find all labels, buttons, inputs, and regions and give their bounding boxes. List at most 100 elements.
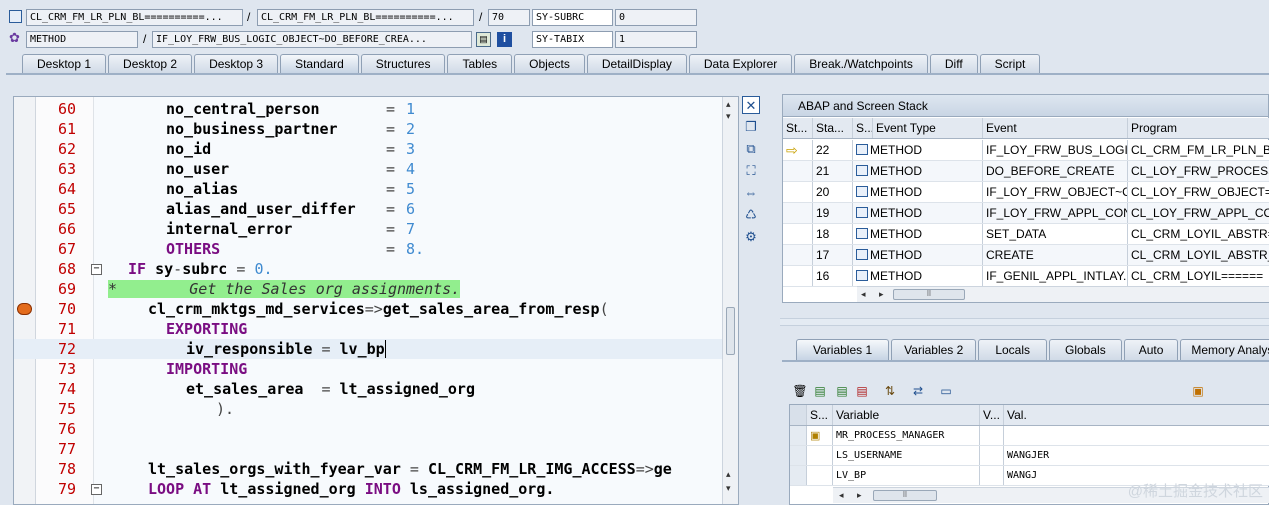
include-program-field[interactable]: CL_CRM_FM_LR_PLN_BL==========...	[257, 9, 474, 26]
tab-variables-2[interactable]: Variables 2	[891, 339, 977, 361]
scroll-thumb[interactable]: ⠿	[893, 289, 965, 300]
remove-row-icon[interactable]: ▤	[854, 383, 870, 399]
code-line[interactable]: 78 lt_sales_orgs_with_fyear_var = CL_CRM_…	[14, 459, 724, 479]
sy-subrc-label[interactable]: SY-SUBRC	[532, 9, 613, 26]
tab-structures[interactable]: Structures	[360, 54, 446, 74]
code-line[interactable]: 62 no_id = 3	[14, 139, 724, 159]
current-code-line[interactable]: 72 iv_responsible = lv_bp	[14, 339, 724, 359]
variable-name[interactable]: MR_PROCESS_MANAGER	[833, 426, 980, 445]
scroll-left-icon[interactable]: ◂	[861, 287, 866, 302]
column-header[interactable]: Sta...	[813, 118, 853, 138]
fold-toggle[interactable]: −	[91, 484, 102, 495]
display-source-icon[interactable]: ▤	[476, 32, 491, 47]
sy-tabix-label[interactable]: SY-TABIX	[532, 31, 613, 48]
maximize-icon[interactable]: ⛶	[742, 162, 760, 180]
variable-name[interactable]: LS_USERNAME	[833, 446, 980, 465]
code-line[interactable]: 74 et_sales_area = lt_assigned_org	[14, 379, 724, 399]
tab-desktop-1[interactable]: Desktop 1	[22, 54, 107, 74]
code-line[interactable]: 61 no_business_partner = 2	[14, 119, 724, 139]
tab-desktop-3[interactable]: Desktop 3	[194, 54, 279, 74]
code-line[interactable]: 60 no_central_person = 1	[14, 99, 724, 119]
scroll-down-icon[interactable]: ▾	[726, 483, 731, 494]
row-selector[interactable]	[790, 426, 807, 445]
main-program-field[interactable]: CL_CRM_FM_LR_PLN_BL==========...	[26, 9, 243, 26]
info-icon[interactable]: i	[497, 32, 512, 47]
editor-vertical-scrollbar[interactable]: ▴ ▾ ▴ ▾	[722, 97, 738, 504]
code-line[interactable]: 67 OTHERS = 8.	[14, 239, 724, 259]
variable-value[interactable]: WANGJER	[1004, 446, 1269, 465]
scroll-thumb[interactable]: ⠿	[873, 490, 937, 501]
tab-desktop-2[interactable]: Desktop 2	[108, 54, 193, 74]
code-line[interactable]: 63 no_user = 4	[14, 159, 724, 179]
stack-row[interactable]: ⇨ 22 METHOD IF_LOY_FRW_BUS_LOGI... CL_CR…	[783, 140, 1269, 161]
code-line[interactable]: 70 cl_crm_mktgs_md_services=>get_sales_ar…	[14, 299, 724, 319]
tab-diff[interactable]: Diff	[929, 54, 978, 74]
tab-auto[interactable]: Auto	[1123, 339, 1179, 361]
column-header[interactable]: S...	[807, 405, 833, 425]
stack-row[interactable]: 18 METHOD SET_DATA CL_CRM_LOYIL_ABSTR=..…	[783, 224, 1269, 245]
row-selector[interactable]	[790, 466, 807, 485]
tab-script[interactable]: Script	[979, 54, 1041, 74]
panel-divider[interactable]	[780, 318, 1269, 326]
column-header[interactable]: V...	[980, 405, 1004, 425]
close-icon[interactable]: ✕	[742, 96, 760, 114]
save-icon[interactable]: ▣	[1190, 383, 1206, 399]
column-header[interactable]: Event	[983, 118, 1128, 138]
code-line[interactable]: 73 IMPORTING	[14, 359, 724, 379]
variable-row[interactable]: LS_USERNAME WANGJER	[790, 446, 1269, 466]
delete-icon[interactable]: 🗑	[792, 383, 808, 399]
new-tool-icon[interactable]: ❐	[742, 118, 760, 136]
scroll-right-icon[interactable]: ▸	[879, 287, 884, 302]
tab-break-watchpoints[interactable]: Break./Watchpoints	[794, 54, 928, 74]
variable-value[interactable]	[1004, 426, 1269, 445]
column-header[interactable]: Event Type	[873, 118, 983, 138]
column-header[interactable]: St...	[783, 118, 813, 138]
row-selector[interactable]	[790, 446, 807, 465]
settings-icon[interactable]: ⚙	[742, 228, 760, 246]
breakpoint-icon[interactable]	[17, 303, 32, 315]
tab-globals[interactable]: Globals	[1049, 339, 1122, 361]
code-line[interactable]: 76	[14, 419, 724, 439]
variable-row[interactable]: ▣ MR_PROCESS_MANAGER	[790, 426, 1269, 446]
code-line[interactable]: 66 internal_error = 7	[14, 219, 724, 239]
column-header[interactable]: S...	[853, 118, 873, 138]
scroll-down-icon[interactable]: ▾	[726, 111, 731, 122]
tab-standard[interactable]: Standard	[280, 54, 359, 74]
resize-icon[interactable]: ⇔	[742, 184, 760, 202]
swap-tool-icon[interactable]: ⧉	[742, 140, 760, 158]
column-header[interactable]: Variable	[833, 405, 980, 425]
scroll-left-icon[interactable]: ◂	[839, 488, 844, 503]
append-row-icon[interactable]: ▤	[834, 383, 850, 399]
insert-row-icon[interactable]: ▤	[812, 383, 828, 399]
scroll-thumb[interactable]	[726, 307, 735, 355]
tab-locals[interactable]: Locals	[978, 339, 1047, 361]
sort-icon[interactable]: ⇅	[882, 383, 898, 399]
tab-objects[interactable]: Objects	[514, 54, 585, 74]
line-number-field[interactable]: 70	[488, 9, 530, 26]
service-icon[interactable]: ♺	[742, 206, 760, 224]
folder-icon[interactable]: ▭	[938, 383, 954, 399]
code-line[interactable]: 71 EXPORTING	[14, 319, 724, 339]
stack-row[interactable]: 17 METHOD CREATE CL_CRM_LOYIL_ABSTR_...	[783, 245, 1269, 266]
column-header[interactable]: Program	[1128, 118, 1269, 138]
stack-row[interactable]: 16 METHOD IF_GENIL_APPL_INTLAY... CL_CRM…	[783, 266, 1269, 287]
code-line[interactable]: 64 no_alias = 5	[14, 179, 724, 199]
scroll-up-icon[interactable]: ▴	[726, 469, 731, 480]
code-line[interactable]: 68− IF sy-subrc = 0.	[14, 259, 724, 279]
transfer-icon[interactable]: ⇄	[910, 383, 926, 399]
variable-name[interactable]: LV_BP	[833, 466, 980, 485]
stack-horizontal-scrollbar[interactable]: ◂ ▸ ⠿	[857, 286, 1269, 302]
fold-toggle[interactable]: −	[91, 264, 102, 275]
tab-detail-display[interactable]: DetailDisplay	[586, 54, 687, 74]
code-line[interactable]: 79− LOOP AT lt_assigned_org INTO ls_assig…	[14, 479, 724, 499]
column-header[interactable]: Val.	[1004, 405, 1269, 425]
stack-row[interactable]: 20 METHOD IF_LOY_FRW_OBJECT~C... CL_LOY_…	[783, 182, 1269, 203]
stack-row[interactable]: 19 METHOD IF_LOY_FRW_APPL_CON... CL_LOY_…	[783, 203, 1269, 224]
tab-tables[interactable]: Tables	[447, 54, 513, 74]
code-line[interactable]: 77	[14, 439, 724, 459]
scroll-up-icon[interactable]: ▴	[726, 99, 731, 110]
source-code-editor[interactable]: 60 no_central_person = 1 61 no_business_part…	[13, 96, 739, 505]
scroll-right-icon[interactable]: ▸	[857, 488, 862, 503]
code-line[interactable]: 65 alias_and_user_differ = 6	[14, 199, 724, 219]
tab-data-explorer[interactable]: Data Explorer	[688, 54, 793, 74]
